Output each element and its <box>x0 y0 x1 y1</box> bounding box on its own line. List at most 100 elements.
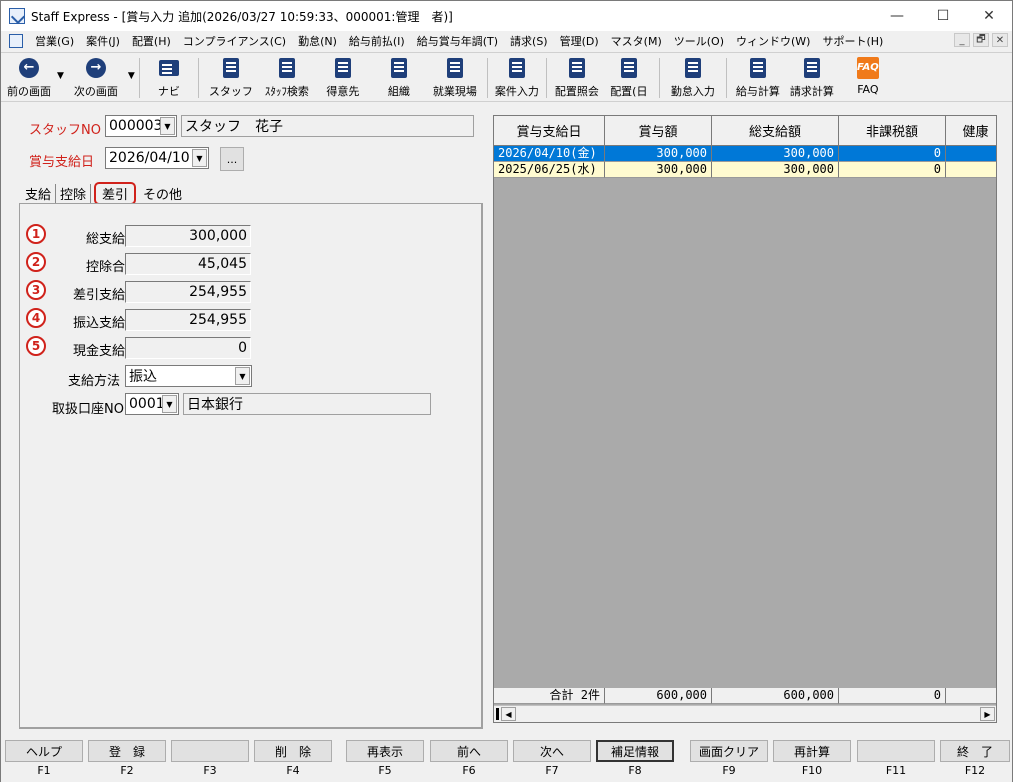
toolbar: ← 前の画面 ▼ → 次の画面 ▼ ナビ スタッフ ｽﾀｯﾌ検索 得意先 組織 <box>1 52 1012 102</box>
previous-button[interactable]: 前へ <box>430 740 508 762</box>
table-row[interactable]: 2026/04/10(金) 300,000 300,000 0 <box>494 146 996 162</box>
title-bar: Staff Express - [賞与入力 追加(2026/03/27 10:5… <box>1 1 1012 31</box>
staff-name-display: スタッフ 花子 <box>181 115 474 137</box>
pay-date-combo[interactable]: 2026/04/10 ▼ <box>105 147 209 169</box>
bonus-history-grid[interactable]: 賞与支給日 賞与額 総支給額 非課税額 健康 2026/04/10(金) 300… <box>493 115 997 723</box>
organization-button[interactable]: 組織 <box>371 53 427 101</box>
horizontal-scrollbar[interactable]: ◀ ▶ <box>494 705 996 722</box>
next-screen-button[interactable]: → 次の画面 <box>64 53 128 101</box>
menu-advance-pay[interactable]: 給与前払(I) <box>343 33 411 49</box>
payroll-calc-button[interactable]: 給与計算 <box>731 53 785 101</box>
menu-bar: 営業(G) 案件(J) 配置(H) コンプライアンス(C) 勤怠(N) 給与前払… <box>1 31 1012 51</box>
grid-footer-totals: 合計 2件 600,000 600,000 0 <box>494 688 996 704</box>
menu-assignment[interactable]: 配置(H) <box>126 33 177 49</box>
faq-icon: FAQ <box>856 57 879 79</box>
mdi-minimize-button[interactable]: _ <box>954 33 970 47</box>
scroll-left-icon[interactable]: ◀ <box>501 707 516 721</box>
maximize-button[interactable]: ☐ <box>920 1 966 31</box>
assign-lookup-icon <box>568 58 585 78</box>
menu-sales[interactable]: 営業(G) <box>29 33 80 49</box>
col-health[interactable]: 健康 <box>946 116 996 146</box>
document-icon[interactable] <box>9 34 23 48</box>
tab-deduction[interactable]: 控除 <box>56 183 92 203</box>
customer-button[interactable]: 得意先 <box>315 53 371 101</box>
menu-support[interactable]: サポート(H) <box>816 33 889 49</box>
staff-search-icon <box>278 58 295 78</box>
supplement-info-button[interactable]: 補足情報 <box>596 740 674 762</box>
register-button[interactable]: 登 録 <box>88 740 166 762</box>
job-entry-button[interactable]: 案件入力 <box>492 53 542 101</box>
recalculate-button[interactable]: 再計算 <box>773 740 851 762</box>
close-button[interactable]: ✕ <box>966 1 1012 31</box>
account-no-combo[interactable]: 0001 ▼ <box>125 393 179 415</box>
menu-attendance[interactable]: 勤怠(N) <box>292 33 343 49</box>
account-no-label: 取扱口座NO <box>52 402 124 417</box>
prev-dropdown-icon[interactable]: ▼ <box>57 71 64 81</box>
exit-button[interactable]: 終 了 <box>940 740 1010 762</box>
dropdown-arrow-icon[interactable]: ▼ <box>160 117 175 135</box>
toolbar-separator <box>197 58 199 98</box>
delete-button[interactable]: 削 除 <box>254 740 332 762</box>
next-button[interactable]: 次へ <box>513 740 591 762</box>
minimize-button[interactable]: — <box>874 1 920 31</box>
payment-method-select[interactable]: 振込 ▼ <box>125 365 252 387</box>
menu-master[interactable]: マスタ(M) <box>605 33 668 49</box>
assign-lookup-button[interactable]: 配置照会 <box>551 53 603 101</box>
toolbar-separator <box>658 58 660 98</box>
dropdown-arrow-icon[interactable]: ▼ <box>192 149 207 167</box>
tab-other[interactable]: その他 <box>139 184 186 203</box>
f11-button[interactable] <box>857 740 935 762</box>
f9-label: F9 <box>722 764 736 777</box>
tab-panel-net: 1 総支給額 300,000 2 控除合計 45,045 3 差引支給額 254… <box>19 203 483 729</box>
staff-button[interactable]: スタッフ <box>203 53 259 101</box>
date-picker-button[interactable]: ... <box>220 147 244 171</box>
f12-label: F12 <box>964 764 986 777</box>
staff-no-combo[interactable]: 000003 ▼ <box>105 115 177 137</box>
next-dropdown-icon[interactable]: ▼ <box>128 71 135 81</box>
help-button[interactable]: ヘルプ <box>5 740 83 762</box>
col-bonus-amount[interactable]: 賞与額 <box>605 116 712 146</box>
assign-day-button[interactable]: 配置(日 <box>603 53 655 101</box>
dropdown-arrow-icon[interactable]: ▼ <box>235 367 250 385</box>
organization-icon <box>390 58 407 78</box>
faq-button[interactable]: FAQ FAQ <box>839 53 897 101</box>
menu-jobs[interactable]: 案件(J) <box>80 33 126 49</box>
menu-window[interactable]: ウィンドウ(W) <box>730 33 816 49</box>
tab-strip: 支給 控除 差引 その他 <box>21 181 186 205</box>
col-pay-date[interactable]: 賞与支給日 <box>494 116 605 146</box>
callout-3-icon: 3 <box>26 280 46 300</box>
mdi-restore-button[interactable]: 🗗 <box>973 33 989 47</box>
total-pay-value: 300,000 <box>125 225 251 247</box>
prev-screen-button[interactable]: ← 前の画面 <box>1 53 57 101</box>
function-key-bar: ヘルプ F1 登 録 F2 F3 削 除 F4 再表示 F5 前へ F6 次へ … <box>1 738 1012 782</box>
window-title: Staff Express - [賞与入力 追加(2026/03/27 10:5… <box>31 9 453 24</box>
menu-admin[interactable]: 管理(D) <box>554 33 605 49</box>
attendance-button[interactable]: 勤怠入力 <box>664 53 722 101</box>
dropdown-arrow-icon[interactable]: ▼ <box>162 395 177 413</box>
scroll-right-icon[interactable]: ▶ <box>980 707 995 721</box>
mdi-close-button[interactable]: ✕ <box>992 33 1008 47</box>
tab-payment[interactable]: 支給 <box>21 183 57 203</box>
tab-net[interactable]: 差引 <box>94 181 137 205</box>
worksite-button[interactable]: 就業現場 <box>427 53 483 101</box>
col-nontaxable[interactable]: 非課税額 <box>839 116 946 146</box>
clear-screen-button[interactable]: 画面クリア <box>690 740 768 762</box>
staff-search-button[interactable]: ｽﾀｯﾌ検索 <box>259 53 315 101</box>
navi-button[interactable]: ナビ <box>144 53 194 101</box>
billing-calc-button[interactable]: 請求計算 <box>785 53 839 101</box>
assign-day-icon <box>620 58 637 78</box>
toolbar-separator <box>725 58 727 98</box>
scroll-thumb[interactable] <box>496 708 499 720</box>
f3-button[interactable] <box>171 740 249 762</box>
table-row[interactable]: 2025/06/25(水) 300,000 300,000 0 <box>494 162 996 178</box>
f6-label: F6 <box>462 764 476 777</box>
deduction-total-value: 45,045 <box>125 253 251 275</box>
menu-compliance[interactable]: コンプライアンス(C) <box>177 33 292 49</box>
col-total-pay[interactable]: 総支給額 <box>712 116 839 146</box>
menu-payroll[interactable]: 給与賞与年調(T) <box>411 33 504 49</box>
menu-billing[interactable]: 請求(S) <box>504 33 554 49</box>
toolbar-separator <box>486 58 488 98</box>
menu-tools[interactable]: ツール(O) <box>668 33 730 49</box>
refresh-button[interactable]: 再表示 <box>346 740 424 762</box>
f5-label: F5 <box>378 764 392 777</box>
